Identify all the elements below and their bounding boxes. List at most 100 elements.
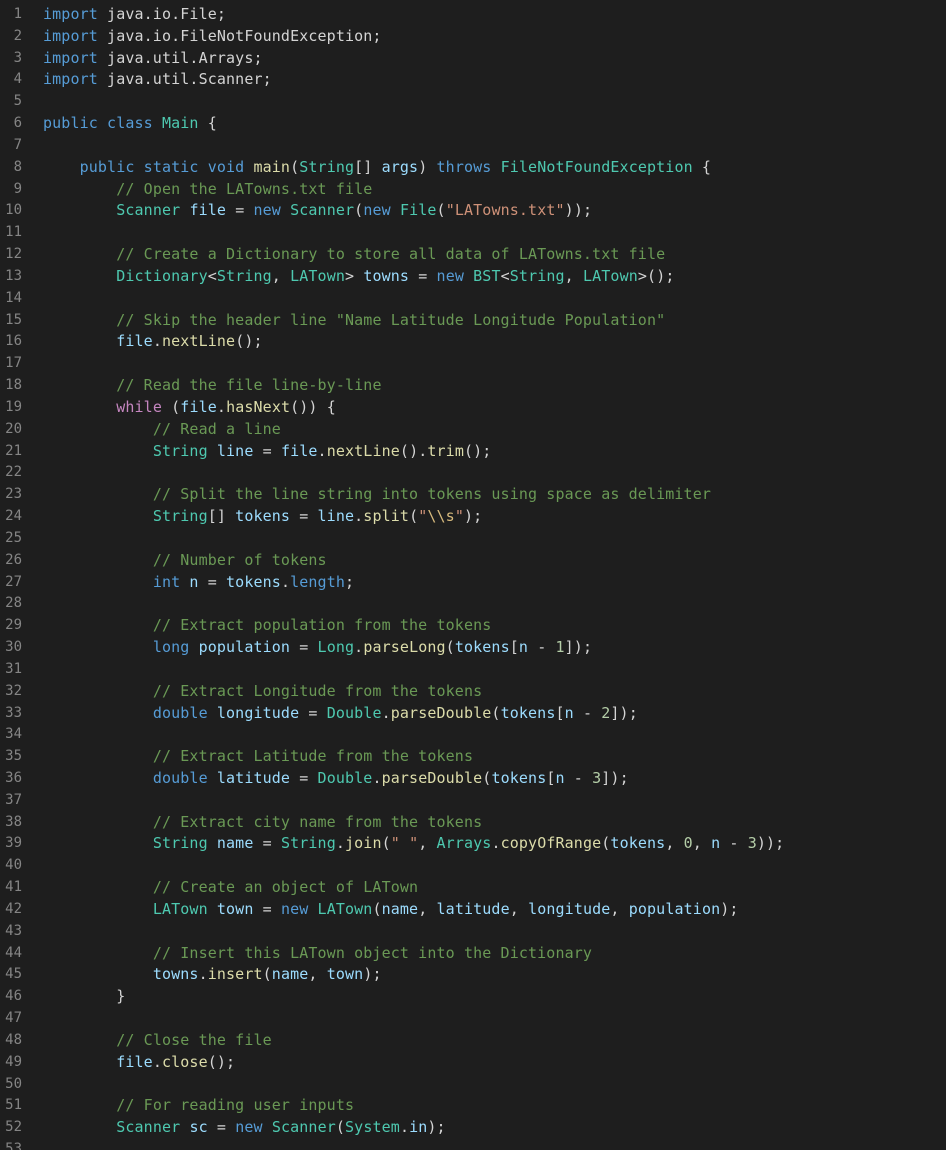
- code-line[interactable]: 41 // Create an object of LATown: [0, 877, 946, 899]
- code-line[interactable]: 53: [0, 1139, 946, 1150]
- code-text[interactable]: Dictionary<String, LATown> towns = new B…: [43, 266, 675, 288]
- code-text[interactable]: // Extract population from the tokens: [43, 615, 491, 637]
- code-line[interactable]: 29 // Extract population from the tokens: [0, 615, 946, 637]
- code-line[interactable]: 7: [0, 135, 946, 157]
- code-line[interactable]: 52 Scanner sc = new Scanner(System.in);: [0, 1117, 946, 1139]
- code-token-default: .: [399, 1118, 410, 1137]
- code-line[interactable]: 15 // Skip the header line "Name Latitud…: [0, 310, 946, 332]
- code-text[interactable]: Scanner file = new Scanner(new File("LAT…: [43, 200, 592, 222]
- code-line[interactable]: 3 import java.util.Arrays;: [0, 48, 946, 70]
- code-line[interactable]: 17: [0, 353, 946, 375]
- code-text[interactable]: Scanner sc = new Scanner(System.in);: [43, 1117, 446, 1139]
- code-text[interactable]: public static void main(String[] args) t…: [43, 157, 711, 179]
- code-line[interactable]: 44 // Insert this LATown object into the…: [0, 943, 946, 965]
- code-line[interactable]: 4 import java.util.Scanner;: [0, 69, 946, 91]
- code-line[interactable]: 36 double latitude = Double.parseDouble(…: [0, 768, 946, 790]
- code-line[interactable]: 22: [0, 462, 946, 484]
- code-line[interactable]: 35 // Extract Latitude from the tokens: [0, 746, 946, 768]
- code-token-default: =: [290, 768, 318, 787]
- code-text[interactable]: // Create a Dictionary to store all data…: [43, 244, 665, 266]
- code-line[interactable]: 27 int n = tokens.length;: [0, 572, 946, 594]
- code-line[interactable]: 9 // Open the LATowns.txt file: [0, 179, 946, 201]
- code-line[interactable]: 10 Scanner file = new Scanner(new File("…: [0, 200, 946, 222]
- code-line[interactable]: 38 // Extract city name from the tokens: [0, 812, 946, 834]
- code-line[interactable]: 49 file.close();: [0, 1052, 946, 1074]
- code-line[interactable]: 16 file.nextLine();: [0, 331, 946, 353]
- code-line[interactable]: 14: [0, 288, 946, 310]
- code-text[interactable]: // Close the file: [43, 1030, 272, 1052]
- code-line[interactable]: 19 while (file.hasNext()) {: [0, 397, 946, 419]
- code-line[interactable]: 26 // Number of tokens: [0, 550, 946, 572]
- code-text[interactable]: file.close();: [43, 1052, 235, 1074]
- code-token-function: copyOfRange: [500, 834, 602, 853]
- code-line[interactable]: 13 Dictionary<String, LATown> towns = ne…: [0, 266, 946, 288]
- code-line[interactable]: 5: [0, 91, 946, 113]
- code-line[interactable]: 6 public class Main {: [0, 113, 946, 135]
- code-line[interactable]: 45 towns.insert(name, town);: [0, 964, 946, 986]
- code-line[interactable]: 20 // Read a line: [0, 419, 946, 441]
- code-text[interactable]: // Create an object of LATown: [43, 877, 418, 899]
- code-line[interactable]: 28: [0, 593, 946, 615]
- code-line[interactable]: 12 // Create a Dictionary to store all d…: [0, 244, 946, 266]
- code-line[interactable]: 25: [0, 528, 946, 550]
- code-text[interactable]: // Split the line string into tokens usi…: [43, 484, 711, 506]
- code-line[interactable]: 24 String[] tokens = line.split("\\s");: [0, 506, 946, 528]
- code-line[interactable]: 43: [0, 921, 946, 943]
- code-line[interactable]: 48 // Close the file: [0, 1030, 946, 1052]
- code-line[interactable]: 31: [0, 659, 946, 681]
- code-text[interactable]: int n = tokens.length;: [43, 572, 354, 594]
- code-line[interactable]: 30 long population = Long.parseLong(toke…: [0, 637, 946, 659]
- code-text[interactable]: LATown town = new LATown(name, latitude,…: [43, 899, 739, 921]
- code-line[interactable]: 42 LATown town = new LATown(name, latitu…: [0, 899, 946, 921]
- code-text[interactable]: // Skip the header line "Name Latitude L…: [43, 310, 665, 332]
- line-number: 31: [5, 660, 22, 677]
- code-line[interactable]: 2 import java.io.FileNotFoundException;: [0, 26, 946, 48]
- code-token-default: >: [345, 266, 364, 285]
- code-text[interactable]: import java.util.Arrays;: [43, 48, 263, 70]
- code-line[interactable]: 37: [0, 790, 946, 812]
- code-line[interactable]: 8 public static void main(String[] args)…: [0, 157, 946, 179]
- code-line[interactable]: 51 // For reading user inputs: [0, 1095, 946, 1117]
- code-text[interactable]: // Extract Longitude from the tokens: [43, 681, 482, 703]
- code-text[interactable]: while (file.hasNext()) {: [43, 397, 336, 419]
- code-text[interactable]: // For reading user inputs: [43, 1095, 354, 1117]
- code-text[interactable]: // Number of tokens: [43, 550, 327, 572]
- code-token-default: [491, 158, 500, 176]
- code-text[interactable]: double longitude = Double.parseDouble(to…: [43, 703, 638, 725]
- code-text[interactable]: import java.io.FileNotFoundException;: [43, 26, 382, 48]
- code-text[interactable]: long population = Long.parseLong(tokens[…: [43, 637, 592, 659]
- code-text[interactable]: // Read a line: [43, 419, 281, 441]
- code-token-default: .: [381, 703, 391, 722]
- code-text[interactable]: // Extract Latitude from the tokens: [43, 746, 473, 768]
- code-line[interactable]: 11: [0, 222, 946, 244]
- code-line[interactable]: 32 // Extract Longitude from the tokens: [0, 681, 946, 703]
- code-text[interactable]: file.nextLine();: [43, 331, 263, 353]
- code-editor[interactable]: 1 import java.io.File; 2 import java.io.Fil…: [0, 4, 946, 1150]
- line-number: 35: [5, 748, 22, 765]
- code-line[interactable]: 46 }: [0, 986, 946, 1008]
- code-text[interactable]: // Extract city name from the tokens: [43, 812, 482, 834]
- code-text[interactable]: // Read the file line-by-line: [43, 375, 382, 397]
- code-line[interactable]: 34: [0, 724, 946, 746]
- code-line[interactable]: 1 import java.io.File;: [0, 4, 946, 26]
- line-number: 5: [13, 93, 22, 110]
- code-line[interactable]: 33 double longitude = Double.parseDouble…: [0, 703, 946, 725]
- code-line[interactable]: 18 // Read the file line-by-line: [0, 375, 946, 397]
- code-text[interactable]: import java.io.File;: [43, 4, 226, 26]
- code-text[interactable]: String name = String.join(" ", Arrays.co…: [43, 833, 784, 855]
- code-line[interactable]: 50: [0, 1074, 946, 1096]
- code-text[interactable]: import java.util.Scanner;: [43, 69, 272, 91]
- code-text[interactable]: towns.insert(name, town);: [43, 964, 382, 986]
- code-text[interactable]: // Insert this LATown object into the Di…: [43, 943, 592, 965]
- code-text[interactable]: }: [43, 986, 125, 1008]
- code-line[interactable]: 23 // Split the line string into tokens …: [0, 484, 946, 506]
- code-line[interactable]: 39 String name = String.join(" ", Arrays…: [0, 833, 946, 855]
- code-line[interactable]: 21 String line = file.nextLine().trim();: [0, 441, 946, 463]
- code-text[interactable]: double latitude = Double.parseDouble(tok…: [43, 768, 629, 790]
- code-text[interactable]: String[] tokens = line.split("\\s");: [43, 506, 482, 528]
- code-text[interactable]: public class Main {: [43, 113, 217, 135]
- code-line[interactable]: 47: [0, 1008, 946, 1030]
- code-text[interactable]: // Open the LATowns.txt file: [43, 179, 372, 201]
- code-text[interactable]: String line = file.nextLine().trim();: [43, 441, 492, 463]
- code-line[interactable]: 40: [0, 855, 946, 877]
